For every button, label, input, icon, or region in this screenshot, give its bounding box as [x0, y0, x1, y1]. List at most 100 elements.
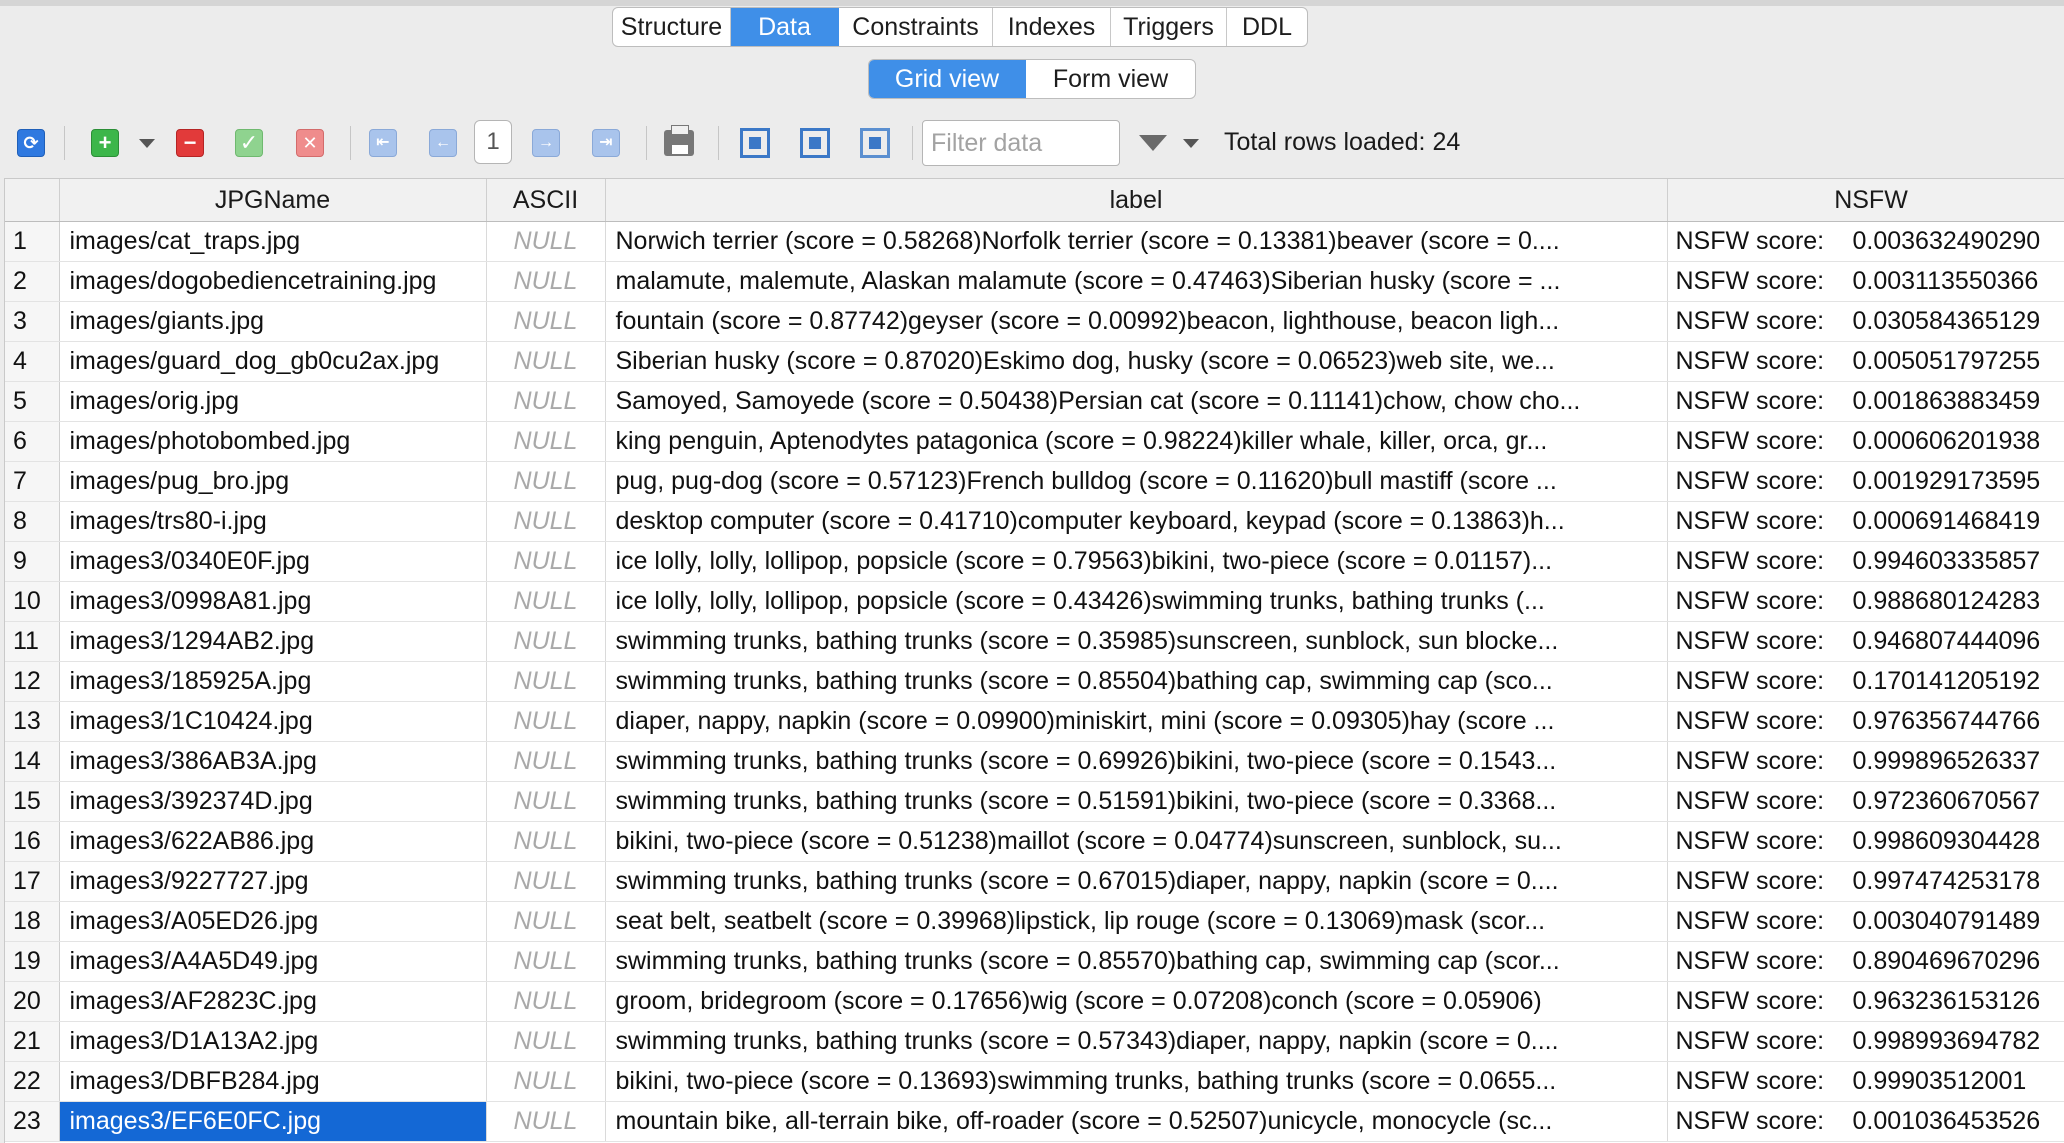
- jpgname-cell[interactable]: images3/EF6E0FC.jpg: [59, 1101, 487, 1142]
- row-number-cell[interactable]: 18: [5, 901, 60, 942]
- ascii-cell[interactable]: NULL: [486, 981, 606, 1022]
- label-cell[interactable]: mountain bike, all-terrain bike, off-roa…: [605, 1101, 1668, 1142]
- nsfw-cell[interactable]: NSFW score: 0.972360670567: [1667, 781, 2064, 822]
- label-cell[interactable]: pug, pug-dog (score = 0.57123)French bul…: [605, 461, 1668, 502]
- insert-row-menu-button[interactable]: [128, 124, 166, 162]
- delete-row-button[interactable]: −: [171, 124, 209, 162]
- row-number-cell[interactable]: 6: [5, 421, 60, 462]
- label-cell[interactable]: swimming trunks, bathing trunks (score =…: [605, 621, 1668, 662]
- ascii-cell[interactable]: NULL: [486, 1061, 606, 1102]
- jpgname-cell[interactable]: images3/0340E0F.jpg: [59, 541, 487, 582]
- row-number-cell[interactable]: 21: [5, 1021, 60, 1062]
- table-row[interactable]: 10 images3/0998A81.jpg NULL ice lolly, loll…: [5, 581, 2064, 622]
- jpgname-cell[interactable]: images3/185925A.jpg: [59, 661, 487, 702]
- tab-constraints[interactable]: Constraints: [839, 8, 993, 46]
- table-row[interactable]: 19 images3/A4A5D49.jpg NULL swimming trunks…: [5, 941, 2064, 982]
- row-number-cell[interactable]: 16: [5, 821, 60, 862]
- table-row[interactable]: 13 images3/1C10424.jpg NULL diaper, nappy, …: [5, 701, 2064, 742]
- nsfw-cell[interactable]: NSFW score: 0.001036453526: [1667, 1101, 2064, 1142]
- ascii-cell[interactable]: NULL: [486, 301, 606, 342]
- table-row[interactable]: 16 images3/622AB86.jpg NULL bikini, two-pie…: [5, 821, 2064, 862]
- label-cell[interactable]: bikini, two-piece (score = 0.13693)swimm…: [605, 1061, 1668, 1102]
- first-page-button[interactable]: ⇤: [364, 124, 402, 162]
- nsfw-cell[interactable]: NSFW score: 0.890469670296: [1667, 941, 2064, 982]
- table-row[interactable]: 3 images/giants.jpg NULL fountain (score = …: [5, 301, 2064, 342]
- table-row[interactable]: 1 images/cat_traps.jpg NULL Norwich terrier…: [5, 221, 2064, 262]
- label-cell[interactable]: groom, bridegroom (score = 0.17656)wig (…: [605, 981, 1668, 1022]
- jpgname-cell[interactable]: images3/9227727.jpg: [59, 861, 487, 902]
- label-cell[interactable]: swimming trunks, bathing trunks (score =…: [605, 861, 1668, 902]
- jpgname-cell[interactable]: images/trs80-i.jpg: [59, 501, 487, 542]
- nsfw-cell[interactable]: NSFW score: 0.999896526337: [1667, 741, 2064, 782]
- row-number-cell[interactable]: 10: [5, 581, 60, 622]
- label-cell[interactable]: ice lolly, lolly, lollipop, popsicle (sc…: [605, 581, 1668, 622]
- jpgname-cell[interactable]: images/photobombed.jpg: [59, 421, 487, 462]
- jpgname-cell[interactable]: images/dogobediencetraining.jpg: [59, 261, 487, 302]
- ascii-cell[interactable]: NULL: [486, 541, 606, 582]
- row-number-cell[interactable]: 23: [5, 1101, 60, 1142]
- ascii-cell[interactable]: NULL: [486, 221, 606, 262]
- table-row[interactable]: 6 images/photobombed.jpg NULL king penguin,…: [5, 421, 2064, 462]
- table-row[interactable]: 18 images3/A05ED26.jpg NULL seat belt, seat…: [5, 901, 2064, 942]
- ascii-cell[interactable]: NULL: [486, 261, 606, 302]
- row-number-cell[interactable]: 8: [5, 501, 60, 542]
- ascii-cell[interactable]: NULL: [486, 701, 606, 742]
- nsfw-cell[interactable]: NSFW score: 0.998993694782: [1667, 1021, 2064, 1062]
- nsfw-cell[interactable]: NSFW score: 0.988680124283: [1667, 581, 2064, 622]
- rollback-button[interactable]: ✕: [291, 124, 329, 162]
- row-number-cell[interactable]: 19: [5, 941, 60, 982]
- ascii-cell[interactable]: NULL: [486, 381, 606, 422]
- ascii-cell[interactable]: NULL: [486, 461, 606, 502]
- jpgname-cell[interactable]: images/orig.jpg: [59, 381, 487, 422]
- jpgname-cell[interactable]: images/cat_traps.jpg: [59, 221, 487, 262]
- ascii-cell[interactable]: NULL: [486, 581, 606, 622]
- nsfw-cell[interactable]: NSFW score: 0.003632490290: [1667, 221, 2064, 262]
- nsfw-cell[interactable]: NSFW score: 0.170141205192: [1667, 661, 2064, 702]
- row-number-cell[interactable]: 7: [5, 461, 60, 502]
- table-row[interactable]: 8 images/trs80-i.jpg NULL desktop computer …: [5, 501, 2064, 542]
- jpgname-cell[interactable]: images/guard_dog_gb0cu2ax.jpg: [59, 341, 487, 382]
- column-header-nsfw[interactable]: NSFW: [1667, 179, 2064, 222]
- table-row[interactable]: 2 images/dogobediencetraining.jpg NULL mala…: [5, 261, 2064, 302]
- ascii-cell[interactable]: NULL: [486, 781, 606, 822]
- tab-data[interactable]: Data: [731, 8, 839, 46]
- row-number-cell[interactable]: 17: [5, 861, 60, 902]
- ascii-cell[interactable]: NULL: [486, 901, 606, 942]
- nsfw-cell[interactable]: NSFW score: 0.994603335857: [1667, 541, 2064, 582]
- label-cell[interactable]: swimming trunks, bathing trunks (score =…: [605, 941, 1668, 982]
- row-number-cell[interactable]: 15: [5, 781, 60, 822]
- nsfw-cell[interactable]: NSFW score: 0.963236153126: [1667, 981, 2064, 1022]
- label-cell[interactable]: swimming trunks, bathing trunks (score =…: [605, 741, 1668, 782]
- table-row[interactable]: 22 images3/DBFB284.jpg NULL bikini, two-pie…: [5, 1061, 2064, 1102]
- fit-columns-button[interactable]: [736, 124, 774, 162]
- refresh-button[interactable]: ⟳: [12, 124, 50, 162]
- row-number-cell[interactable]: 4: [5, 341, 60, 382]
- label-cell[interactable]: diaper, nappy, napkin (score = 0.09900)m…: [605, 701, 1668, 742]
- insert-row-button[interactable]: +: [86, 124, 124, 162]
- ascii-cell[interactable]: NULL: [486, 941, 606, 982]
- previous-page-button[interactable]: ←: [424, 124, 462, 162]
- table-row[interactable]: 11 images3/1294AB2.jpg NULL swimming trunks…: [5, 621, 2064, 662]
- form-view-button[interactable]: Form view: [1026, 60, 1195, 98]
- jpgname-cell[interactable]: images3/AF2823C.jpg: [59, 981, 487, 1022]
- row-number-cell[interactable]: 13: [5, 701, 60, 742]
- label-cell[interactable]: desktop computer (score = 0.41710)comput…: [605, 501, 1668, 542]
- nsfw-cell[interactable]: NSFW score: 0.997474253178: [1667, 861, 2064, 902]
- nsfw-cell[interactable]: NSFW score: 0.005051797255: [1667, 341, 2064, 382]
- last-page-button[interactable]: ⇥: [587, 124, 625, 162]
- nsfw-cell[interactable]: NSFW score: 0.998609304428: [1667, 821, 2064, 862]
- nsfw-cell[interactable]: NSFW score: 0.000606201938: [1667, 421, 2064, 462]
- row-number-cell[interactable]: 11: [5, 621, 60, 662]
- next-page-button[interactable]: →: [527, 124, 565, 162]
- jpgname-cell[interactable]: images3/1294AB2.jpg: [59, 621, 487, 662]
- edit-cell-button[interactable]: [856, 124, 894, 162]
- print-button[interactable]: [660, 124, 698, 162]
- table-row[interactable]: 23 images3/EF6E0FC.jpg NULL mountain bike, …: [5, 1101, 2064, 1142]
- ascii-cell[interactable]: NULL: [486, 341, 606, 382]
- filter-menu-button[interactable]: [1172, 124, 1210, 162]
- nsfw-cell[interactable]: NSFW score: 0.000691468419: [1667, 501, 2064, 542]
- ascii-cell[interactable]: NULL: [486, 821, 606, 862]
- jpgname-cell[interactable]: images3/DBFB284.jpg: [59, 1061, 487, 1102]
- label-cell[interactable]: swimming trunks, bathing trunks (score =…: [605, 1021, 1668, 1062]
- jpgname-cell[interactable]: images3/386AB3A.jpg: [59, 741, 487, 782]
